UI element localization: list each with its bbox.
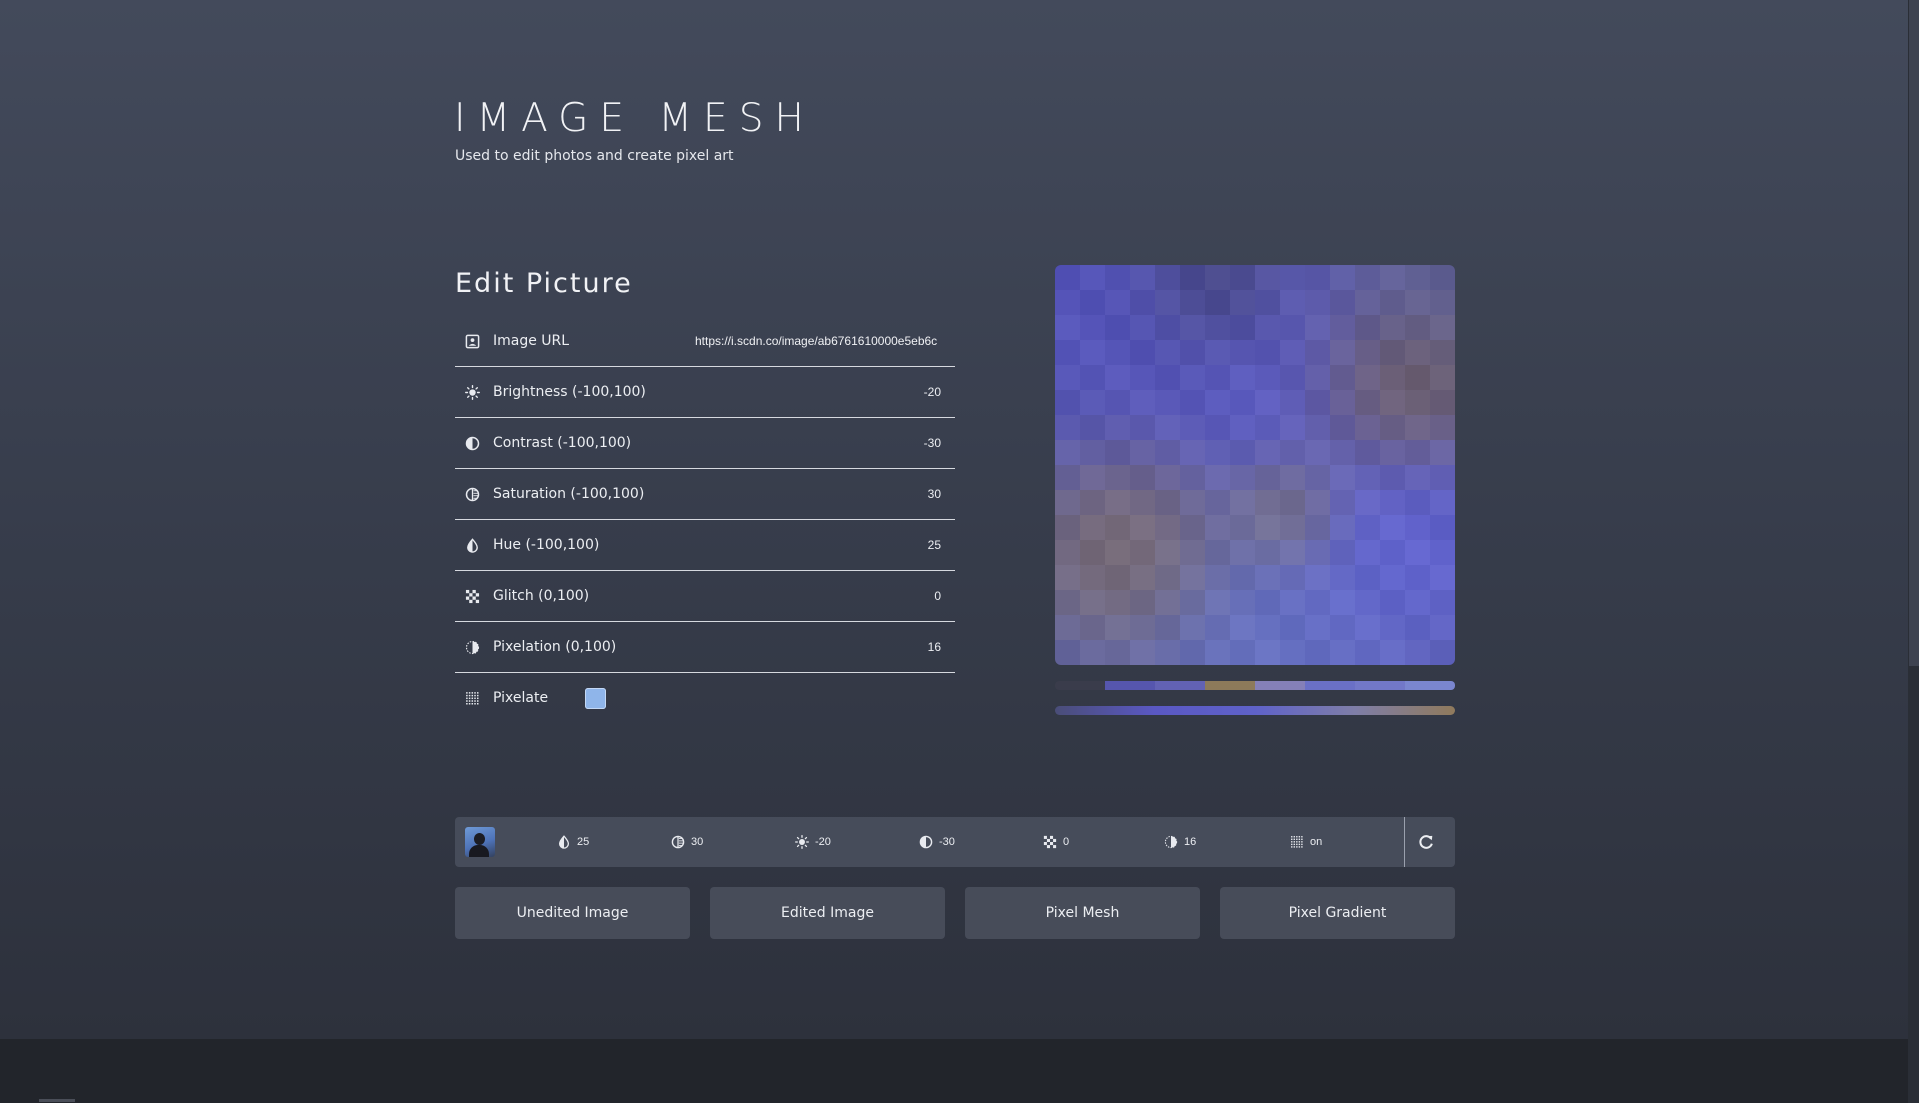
grid-icon	[466, 692, 479, 705]
hue-row[interactable]: Hue (-100,100) 25	[455, 520, 955, 571]
checker-icon	[465, 589, 480, 604]
pixel-preview-image	[1055, 265, 1455, 665]
edited-image-button[interactable]: Edited Image	[710, 887, 945, 939]
pixelate-row[interactable]: Pixelate	[455, 673, 955, 723]
saturation-input[interactable]: 30	[928, 487, 941, 501]
settings-list: Image URL https://i.scdn.co/image/ab6761…	[455, 316, 955, 723]
contrast-icon	[465, 436, 480, 451]
contrast-input[interactable]: -30	[924, 436, 941, 450]
pixelation-input[interactable]: 16	[928, 640, 941, 654]
summary-glitch: 0	[1043, 834, 1069, 850]
summary-pixelate-value: on	[1310, 836, 1323, 848]
settings-summary-bar: 25 30 -20 -30 0 16 on	[455, 817, 1455, 867]
contrast-icon	[919, 835, 933, 849]
palette-swatch	[1105, 681, 1155, 690]
contrast-row[interactable]: Contrast (-100,100) -30	[455, 418, 955, 469]
pixelation-row[interactable]: Pixelation (0,100) 16	[455, 622, 955, 673]
unedited-image-button[interactable]: Unedited Image	[455, 887, 690, 939]
glitch-row[interactable]: Glitch (0,100) 0	[455, 571, 955, 622]
app-title: IMAGE MESH	[454, 96, 815, 141]
summary-pixelation-value: 16	[1184, 836, 1197, 848]
palette-swatch	[1055, 681, 1105, 690]
image-icon	[465, 334, 480, 349]
pixelation-label: Pixelation (0,100)	[493, 639, 617, 655]
palette-swatch	[1355, 681, 1405, 690]
brightness-label: Brightness (-100,100)	[493, 384, 646, 400]
glitch-input[interactable]: 0	[934, 589, 941, 603]
footer-indicator	[39, 1099, 75, 1102]
source-thumbnail	[465, 827, 495, 857]
pixelate-checkbox[interactable]	[585, 688, 606, 709]
glitch-label: Glitch (0,100)	[493, 588, 590, 604]
summary-pixelation: 16	[1164, 834, 1196, 850]
scrollbar-thumb[interactable]	[1909, 0, 1919, 666]
summary-hue-value: 25	[577, 836, 590, 848]
palette-swatch	[1255, 681, 1305, 690]
pixel-mesh-button[interactable]: Pixel Mesh	[965, 887, 1200, 939]
sun-icon	[795, 835, 809, 849]
saturation-label: Saturation (-100,100)	[493, 486, 645, 502]
image-url-row[interactable]: Image URL https://i.scdn.co/image/ab6761…	[455, 316, 955, 367]
summary-saturation-value: 30	[691, 836, 704, 848]
brightness-row[interactable]: Brightness (-100,100) -20	[455, 367, 955, 418]
summary-contrast-value: -30	[939, 836, 955, 848]
refresh-icon[interactable]	[1417, 833, 1435, 851]
image-url-label: Image URL	[493, 333, 570, 349]
palette-swatch	[1405, 681, 1455, 690]
saturation-icon	[671, 835, 685, 849]
hue-input[interactable]: 25	[928, 538, 941, 552]
palette-swatch	[1155, 681, 1205, 690]
summary-brightness-value: -20	[815, 836, 831, 848]
summary-pixelate: on	[1290, 834, 1322, 850]
summary-hue: 25	[557, 834, 589, 850]
drop-icon	[467, 538, 478, 553]
palette-swatch	[1205, 681, 1255, 690]
app-subtitle: Used to edit photos and create pixel art	[455, 148, 734, 164]
image-url-input[interactable]: https://i.scdn.co/image/ab6761610000e5eb…	[695, 334, 941, 348]
summary-saturation: 30	[671, 834, 703, 850]
pixel-gradient-bar	[1055, 706, 1455, 715]
contrast-label: Contrast (-100,100)	[493, 435, 632, 451]
sun-icon	[465, 385, 480, 400]
dither-icon	[465, 640, 480, 655]
hue-label: Hue (-100,100)	[493, 537, 600, 553]
pixel-gradient-button[interactable]: Pixel Gradient	[1220, 887, 1455, 939]
color-palette-bar	[1055, 681, 1455, 690]
summary-divider	[1404, 817, 1405, 867]
brightness-input[interactable]: -20	[924, 385, 941, 399]
drop-icon	[558, 835, 570, 849]
palette-swatch	[1305, 681, 1355, 690]
checker-icon	[1043, 835, 1057, 849]
section-title: Edit Picture	[455, 268, 633, 299]
summary-glitch-value: 0	[1063, 836, 1070, 848]
saturation-icon	[465, 487, 480, 502]
pixelate-label: Pixelate	[493, 690, 549, 706]
footer	[0, 1039, 1908, 1103]
summary-brightness: -20	[795, 834, 831, 850]
grid-icon	[1291, 836, 1303, 848]
dither-icon	[1164, 835, 1178, 849]
saturation-row[interactable]: Saturation (-100,100) 30	[455, 469, 955, 520]
summary-contrast: -30	[919, 834, 955, 850]
